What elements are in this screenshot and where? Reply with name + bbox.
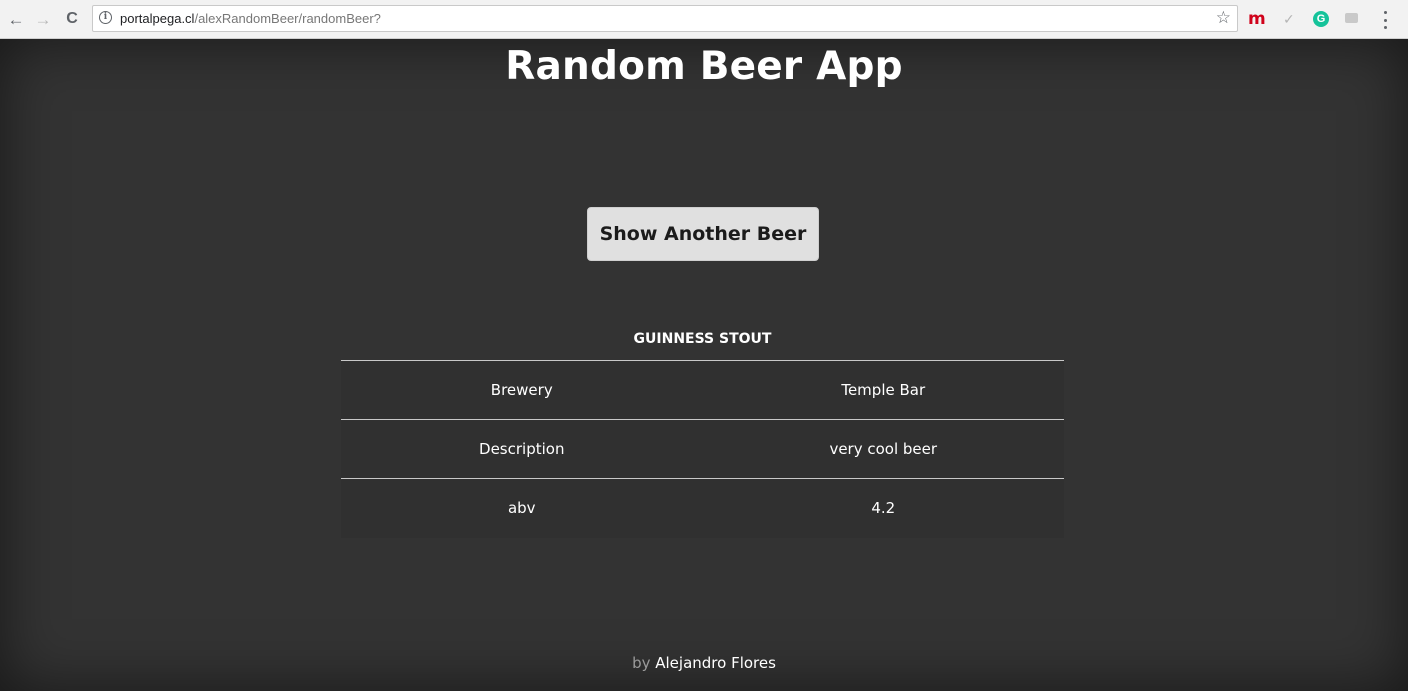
extension-pen-icon[interactable]: ✓ <box>1283 9 1295 29</box>
url-path: /alexRandomBeer/randomBeer? <box>194 11 381 26</box>
back-arrow-icon[interactable]: ← <box>6 9 26 29</box>
table-row: Description very cool beer <box>341 419 1064 479</box>
table-row: abv 4.2 <box>341 478 1064 538</box>
address-bar[interactable]: i portalpega.cl/alexRandomBeer/randomBee… <box>92 5 1238 32</box>
footer-credit: by Alejandro Flores <box>0 654 1408 672</box>
bookmark-star-icon[interactable]: ☆ <box>1216 9 1231 26</box>
row-value: Temple Bar <box>702 360 1064 420</box>
extension-m-icon[interactable]: m <box>1248 9 1266 29</box>
url-host: portalpega.cl <box>120 11 195 26</box>
footer-prefix: by <box>632 654 651 672</box>
row-label: Description <box>341 419 703 479</box>
url-text[interactable]: portalpega.cl/alexRandomBeer/randomBeer? <box>120 11 381 26</box>
row-label: Brewery <box>341 360 703 420</box>
beer-name: GUINNESS STOUT <box>633 331 772 347</box>
browser-toolbar: ← → C i portalpega.cl/alexRandomBeer/ran… <box>0 0 1408 39</box>
page-title: Random Beer App <box>505 44 903 89</box>
reload-icon[interactable]: C <box>62 9 82 29</box>
table-row: Brewery Temple Bar <box>341 360 1064 420</box>
forward-arrow-icon[interactable]: → <box>33 9 53 29</box>
beer-details-table: Brewery Temple Bar Description very cool… <box>341 360 1064 538</box>
show-another-beer-button[interactable]: Show Another Beer <box>587 207 819 261</box>
info-icon[interactable]: i <box>99 11 112 24</box>
grammarly-icon[interactable]: G <box>1313 11 1329 27</box>
extension-box-icon[interactable] <box>1345 13 1358 23</box>
page-content: Random Beer App Show Another Beer GUINNE… <box>0 39 1408 691</box>
footer-author: Alejandro Flores <box>655 654 776 672</box>
browser-menu-icon[interactable] <box>1383 11 1387 29</box>
row-value: 4.2 <box>702 478 1064 538</box>
row-value: very cool beer <box>702 419 1064 479</box>
row-label: abv <box>341 478 703 538</box>
